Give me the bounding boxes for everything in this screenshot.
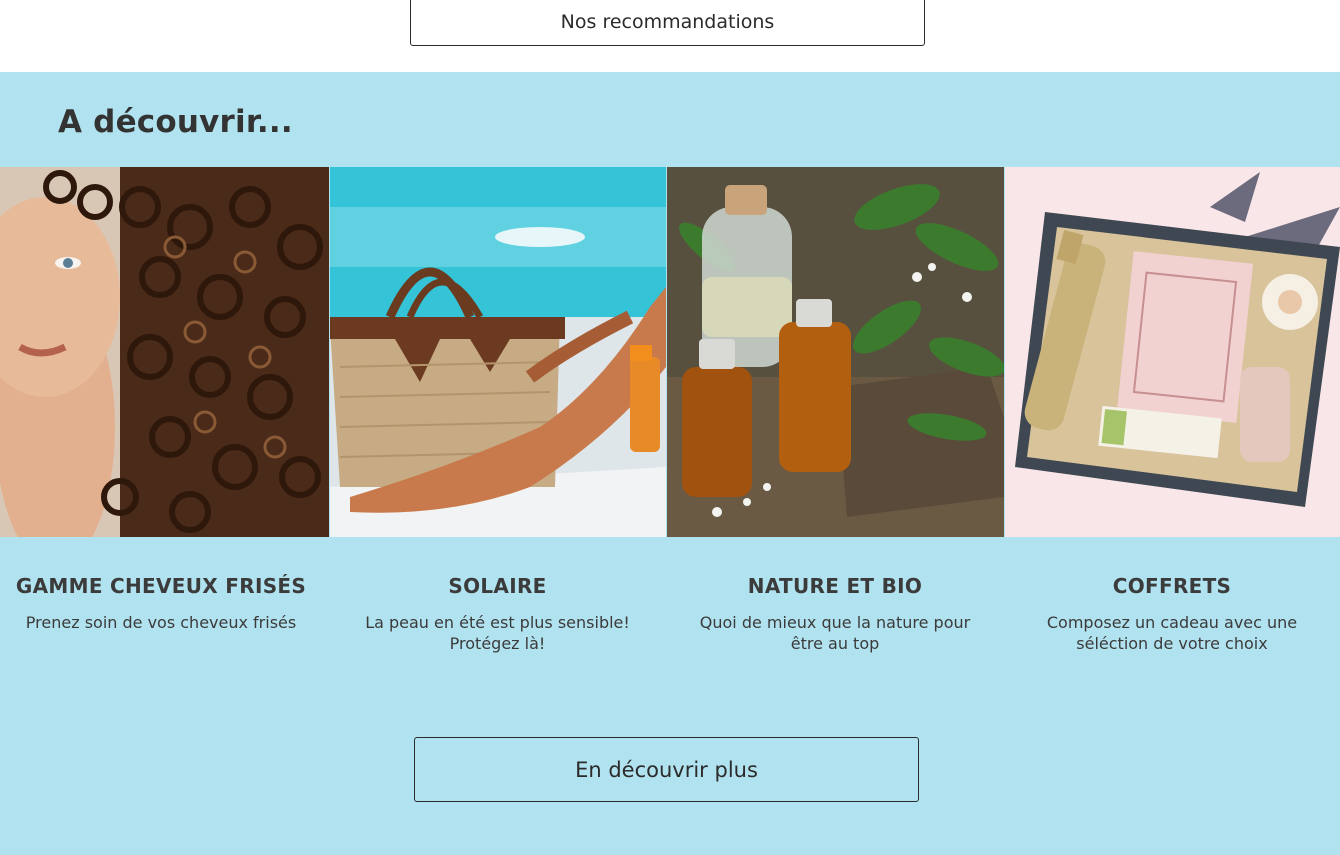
card-title[interactable]: COFFRETS [1036,574,1308,598]
discover-title: A découvrir... [58,104,293,140]
card-description: La peau en été est plus sensible! Protég… [365,613,630,653]
card-image-curly-hair[interactable] [0,167,329,537]
card-text-gift: COFFRETS Composez un cadeau avec une sél… [1036,574,1308,654]
discover-more-button[interactable]: En découvrir plus [414,737,919,802]
category-cards [0,167,1340,537]
card-title[interactable]: NATURE ET BIO [690,574,980,598]
card-image-nature[interactable] [667,167,1004,537]
card-description: Prenez soin de vos cheveux frisés [25,613,297,632]
card-description: Composez un cadeau avec une séléction de… [1046,613,1298,653]
top-band: Nos recommandations [0,0,1340,72]
gift-box-photo [1005,167,1340,537]
card-image-sun[interactable] [330,167,666,537]
beach-photo [330,167,666,537]
recommendations-button[interactable]: Nos recommandations [410,0,925,46]
card-title[interactable]: GAMME CHEVEUX FRISÉS [0,574,322,598]
curly-hair-photo [0,167,329,537]
discover-section: A découvrir... GAMME CHEVEUX FRISÉS Pren… [0,72,1340,855]
card-title[interactable]: SOLAIRE [355,574,640,598]
card-text-sun: SOLAIRE La peau en été est plus sensible… [355,574,640,654]
card-text-curly-hair: GAMME CHEVEUX FRISÉS Prenez soin de vos … [0,574,322,633]
oils-photo [667,167,1004,537]
card-text-nature: NATURE ET BIO Quoi de mieux que la natur… [690,574,980,654]
card-description: Quoi de mieux que la nature pour être au… [699,613,971,653]
card-image-gift[interactable] [1005,167,1340,537]
